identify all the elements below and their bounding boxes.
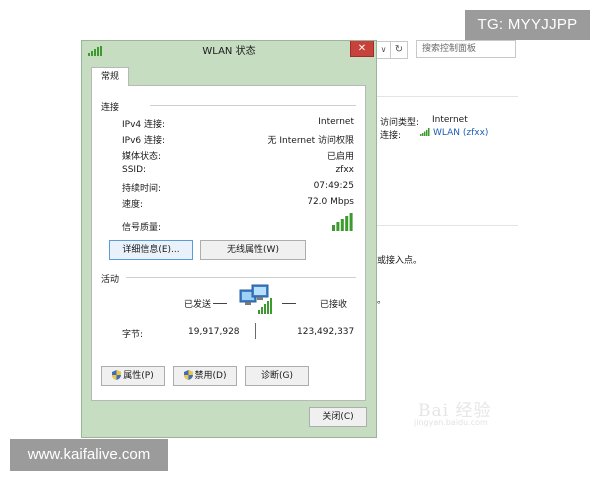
disable-button[interactable]: 禁用(D) [173,366,237,386]
address-bar-controls: ∨ ↻ [376,40,408,60]
access-type-value: Internet [432,115,468,125]
partial-description: 或接入点。 [377,256,423,266]
access-type-label: 访问类型: [380,118,420,128]
activity-group-label: 活动 [101,275,120,285]
received-label: 已接收 [320,300,348,310]
site-watermark: www.kaifalive.com [10,439,168,471]
ipv4-value: Internet [318,117,354,127]
group-divider [150,105,356,106]
wifi-signal-icon [420,128,430,136]
dialog-title: WLAN 状态 [202,46,256,57]
close-dialog-button[interactable]: 关闭(C) [309,407,367,427]
signal-bar [332,225,335,231]
signal-strength-icon [332,213,353,231]
ipv4-label: IPv4 连接: [122,120,166,130]
connection-link-text[interactable]: WLAN (zfxx) [433,128,488,138]
received-dash [282,303,296,304]
history-dropdown-button[interactable]: ∨ [376,41,390,59]
wireless-properties-button[interactable]: 无线属性(W) [200,240,306,260]
duration-label: 持续时间: [122,184,162,194]
refresh-icon[interactable]: ↻ [390,41,408,59]
signal-bar [340,219,344,231]
group-divider [126,277,356,278]
duration-row: 持续时间: 07:49:25 [122,181,354,195]
network-computers-icon [239,284,272,314]
signal-bar [336,222,340,231]
uac-shield-icon [183,370,193,380]
media-state-row: 媒体状态: 已启用 [122,149,354,163]
signal-quality-label: 信号质量: [122,223,162,233]
signal-bar [349,213,353,231]
signal-quality-row: 信号质量: [122,213,354,233]
uac-shield-icon [112,370,122,380]
ipv6-value: 无 Internet 访问权限 [267,136,354,146]
wlan-status-dialog: WLAN 状态 ✕ 常规 连接 IPv4 连接: Internet IPv6 连… [81,40,377,438]
connection-group-label: 连接 [101,103,120,113]
ipv6-row: IPv6 连接: 无 Internet 访问权限 [122,133,354,147]
ssid-value: zfxx [335,165,354,175]
tab-general[interactable]: 常规 [91,67,129,86]
duration-value: 07:49:25 [313,181,354,191]
connection-link[interactable]: WLAN (zfxx) [420,128,488,138]
bytes-sent-value: 19,917,928 [188,327,240,337]
activity-separator [255,323,256,339]
diagnose-button[interactable]: 诊断(G) [245,366,309,386]
speed-row: 速度: 72.0 Mbps [122,197,354,211]
sent-dash [213,303,227,304]
media-state-value: 已启用 [326,152,354,162]
properties-button-label[interactable]: 属性(P) [123,371,153,381]
ipv6-label: IPv6 连接: [122,136,166,146]
signal-bar [345,216,349,231]
properties-button[interactable]: 属性(P) [101,366,165,386]
ipv4-row: IPv4 连接: Internet [122,117,354,131]
ssid-label: SSID: [122,165,147,175]
close-window-button[interactable]: ✕ [350,41,374,57]
disable-button-label[interactable]: 禁用(D) [195,371,227,381]
speed-value: 72.0 Mbps [307,197,354,207]
sent-label: 已发送 [184,300,212,310]
general-tab-panel: 连接 IPv4 连接: Internet IPv6 连接: 无 Internet… [91,85,366,401]
divider [376,96,518,97]
details-button[interactable]: 详细信息(E)... [109,240,193,260]
partial-description: 。 [377,296,387,306]
dialog-titlebar[interactable]: WLAN 状态 ✕ [82,41,376,63]
control-panel-search-input[interactable]: 搜索控制面板 [416,40,516,58]
divider [376,225,518,226]
connection-label: 连接: [380,131,402,141]
baidu-watermark-url: jingyan.baidu.com [414,418,488,427]
bytes-label: 字节: [122,330,144,340]
ssid-row: SSID: zfxx [122,165,354,179]
bytes-received-value: 123,492,337 [297,327,355,337]
tg-watermark: TG: MYYJJPP [465,10,590,40]
media-state-label: 媒体状态: [122,152,162,162]
speed-label: 速度: [122,200,144,210]
